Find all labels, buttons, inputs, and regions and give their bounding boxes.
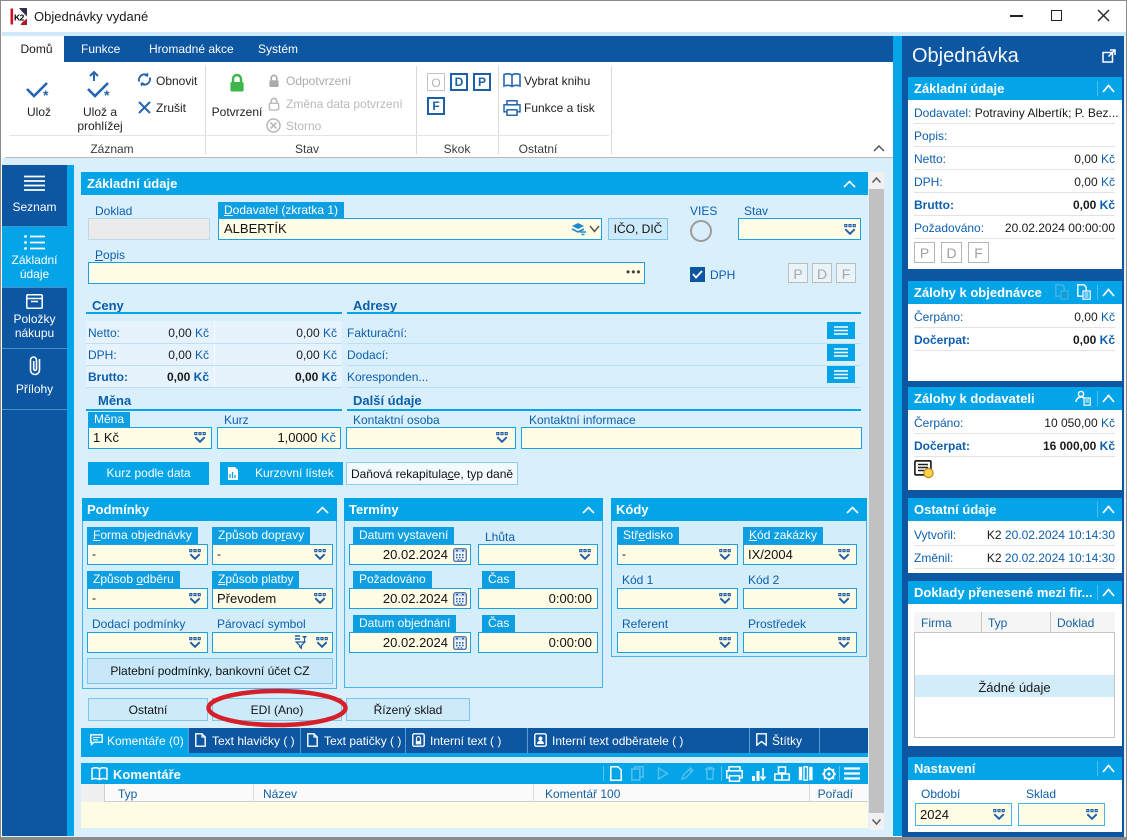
- svg-text:*: *: [104, 87, 110, 101]
- svg-text:*: *: [43, 87, 49, 101]
- svg-text:K2: K2: [14, 13, 25, 23]
